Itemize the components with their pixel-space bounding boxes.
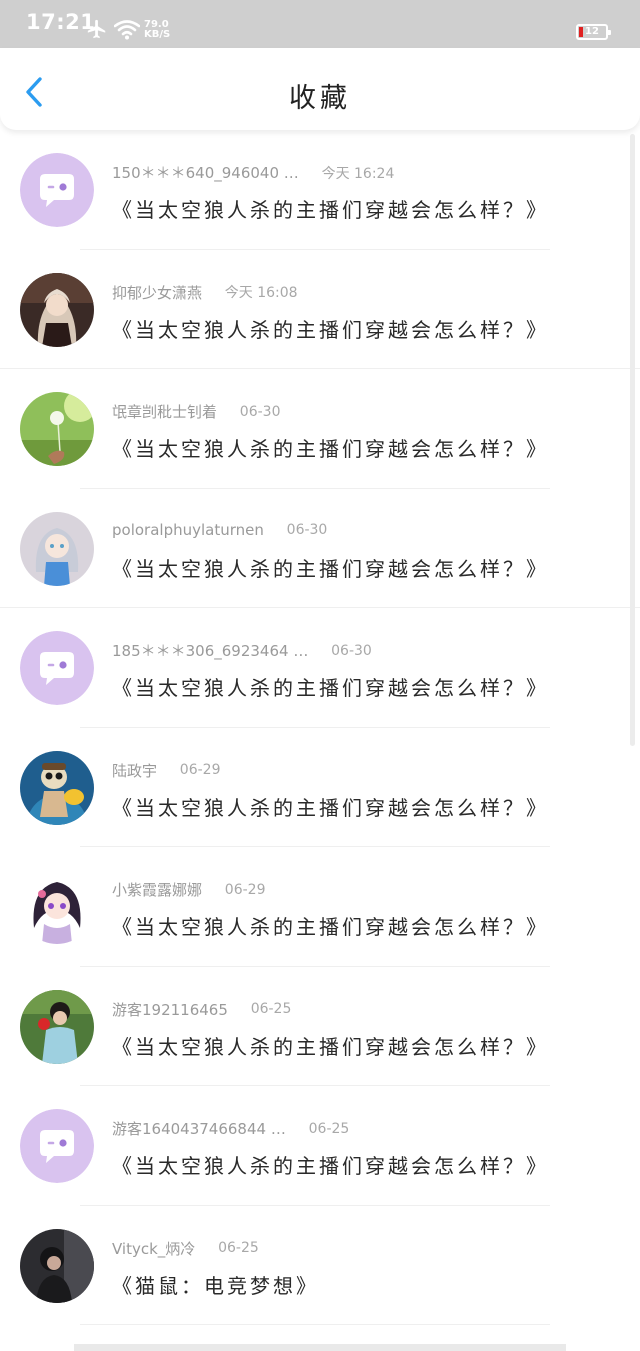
anime-girl-silver-hair-avatar[interactable]: [20, 511, 94, 586]
favorite-item[interactable]: 游客192116465 06-25 《当太空狼人杀的主播们穿越会怎么样？》: [0, 967, 640, 1086]
username: 氓章剀秕士钊着: [112, 403, 218, 421]
timestamp: 06-29: [224, 881, 266, 898]
timestamp: 06-25: [218, 1240, 259, 1256]
username: poloralphuylaturnen: [112, 521, 264, 539]
favorite-item[interactable]: poloralphuylaturnen 06-30 《当太空狼人杀的主播们穿越会…: [0, 489, 640, 608]
timestamp: 06-30: [331, 642, 372, 659]
username: Vityck_炳冷: [112, 1239, 196, 1258]
dandelion-photo-avatar[interactable]: [20, 392, 94, 466]
status-time: 17:21: [26, 10, 96, 34]
timestamp: 06-30: [286, 522, 328, 538]
username: 185＊＊＊306_6923464 …: [112, 642, 309, 660]
item-meta: 氓章剀秕士钊着 06-30: [112, 401, 280, 423]
favorite-title: 《当太空狼人杀的主播们穿越会怎么样？》: [112, 915, 549, 939]
battery-icon: 12: [576, 24, 611, 40]
page-title: 收藏: [289, 83, 351, 114]
default-chat-avatar[interactable]: [20, 153, 94, 227]
item-meta: 游客192116465 06-25: [112, 999, 291, 1021]
favorite-title: 《猫鼠：电竞梦想》: [112, 1273, 319, 1298]
favorite-title: 《当太空狼人杀的主播们穿越会怎么样？》: [112, 317, 549, 342]
favorites-list: 150＊＊＊640_946040 … 今天 16:24 《当太空狼人杀的主播们穿…: [0, 130, 640, 1325]
favorite-title: 《当太空狼人杀的主播们穿越会怎么样？》: [112, 556, 549, 581]
username: 小紫霞露娜娜: [112, 881, 203, 899]
favorite-title: 《当太空狼人杀的主播们穿越会怎么样？》: [112, 676, 549, 700]
username: 150＊＊＊640_946040 …: [112, 164, 299, 182]
favorite-item[interactable]: 150＊＊＊640_946040 … 今天 16:24 《当太空狼人杀的主播们穿…: [0, 130, 640, 250]
username: 陆政宇: [112, 761, 158, 780]
item-meta: 185＊＊＊306_6923464 … 06-30: [112, 640, 372, 662]
item-meta: 抑郁少女潇燕 今天 16:08: [112, 282, 298, 304]
anime-girl-purple-avatar[interactable]: [20, 870, 94, 944]
favorite-item[interactable]: Vityck_炳冷 06-25 《猫鼠：电竞梦想》: [0, 1206, 640, 1325]
timestamp: 今天 16:08: [224, 285, 298, 301]
status-bar: 17:21 79.0 KB/S 12: [0, 0, 640, 48]
favorite-item[interactable]: 185＊＊＊306_6923464 … 06-30 《当太空狼人杀的主播们穿越会…: [0, 608, 640, 728]
favorite-item[interactable]: 陆政宇 06-29 《当太空狼人杀的主播们穿越会怎么样？》: [0, 728, 640, 847]
favorite-title: 《当太空狼人杀的主播们穿越会怎么样？》: [112, 437, 549, 461]
anime-girl-dark-avatar[interactable]: [20, 272, 94, 347]
network-speed: 79.0 KB/S: [144, 20, 170, 40]
timestamp: 06-30: [239, 403, 281, 420]
network-speed-unit: KB/S: [144, 29, 171, 40]
favorite-item[interactable]: 氓章剀秕士钊着 06-30 《当太空狼人杀的主播们穿越会怎么样？》: [0, 369, 640, 489]
favorite-title: 《当太空狼人杀的主播们穿越会怎么样？》: [112, 1154, 549, 1178]
favorite-item[interactable]: 小紫霞露娜娜 06-29 《当太空狼人杀的主播们穿越会怎么样？》: [0, 847, 640, 967]
username: 游客192116465: [112, 1000, 228, 1019]
timestamp: 今天 16:24: [321, 165, 395, 182]
item-meta: 游客1640437466844 … 06-25: [112, 1118, 349, 1140]
favorite-item[interactable]: 游客1640437466844 … 06-25 《当太空狼人杀的主播们穿越会怎么…: [0, 1086, 640, 1206]
person-flower-photo-avatar[interactable]: [20, 989, 94, 1064]
favorite-title: 《当太空狼人杀的主播们穿越会怎么样？》: [112, 1034, 549, 1059]
favorite-item[interactable]: 抑郁少女潇燕 今天 16:08 《当太空狼人杀的主播们穿越会怎么样？》: [0, 250, 640, 369]
scrollbar[interactable]: [630, 134, 635, 746]
row-divider: [80, 1324, 550, 1325]
item-meta: poloralphuylaturnen 06-30: [112, 521, 327, 543]
item-meta: 小紫霞露娜娜 06-29: [112, 879, 265, 901]
favorite-title: 《当太空狼人杀的主播们穿越会怎么样？》: [112, 795, 549, 820]
timestamp: 06-29: [179, 762, 221, 778]
skeleton-cartoon-avatar[interactable]: [20, 750, 94, 825]
airplane-icon: [87, 19, 106, 39]
item-meta: 陆政宇 06-29: [112, 760, 220, 782]
timestamp: 06-25: [250, 1001, 292, 1017]
battery-percent: 12: [585, 26, 599, 37]
item-meta: 150＊＊＊640_946040 … 今天 16:24: [112, 162, 394, 184]
favorite-title: 《当太空狼人杀的主播们穿越会怎么样？》: [112, 198, 549, 222]
wifi-icon: [114, 20, 140, 40]
app-header: 收藏: [0, 48, 640, 130]
default-chat-avatar[interactable]: [20, 1109, 94, 1183]
next-item-peek: [74, 1344, 566, 1351]
item-meta: Vityck_炳冷 06-25: [112, 1238, 259, 1260]
default-chat-avatar[interactable]: [20, 631, 94, 705]
username: 抑郁少女潇燕: [112, 283, 203, 302]
timestamp: 06-25: [308, 1120, 350, 1137]
person-dark-photo-avatar[interactable]: [20, 1228, 94, 1303]
username: 游客1640437466844 …: [112, 1120, 286, 1138]
